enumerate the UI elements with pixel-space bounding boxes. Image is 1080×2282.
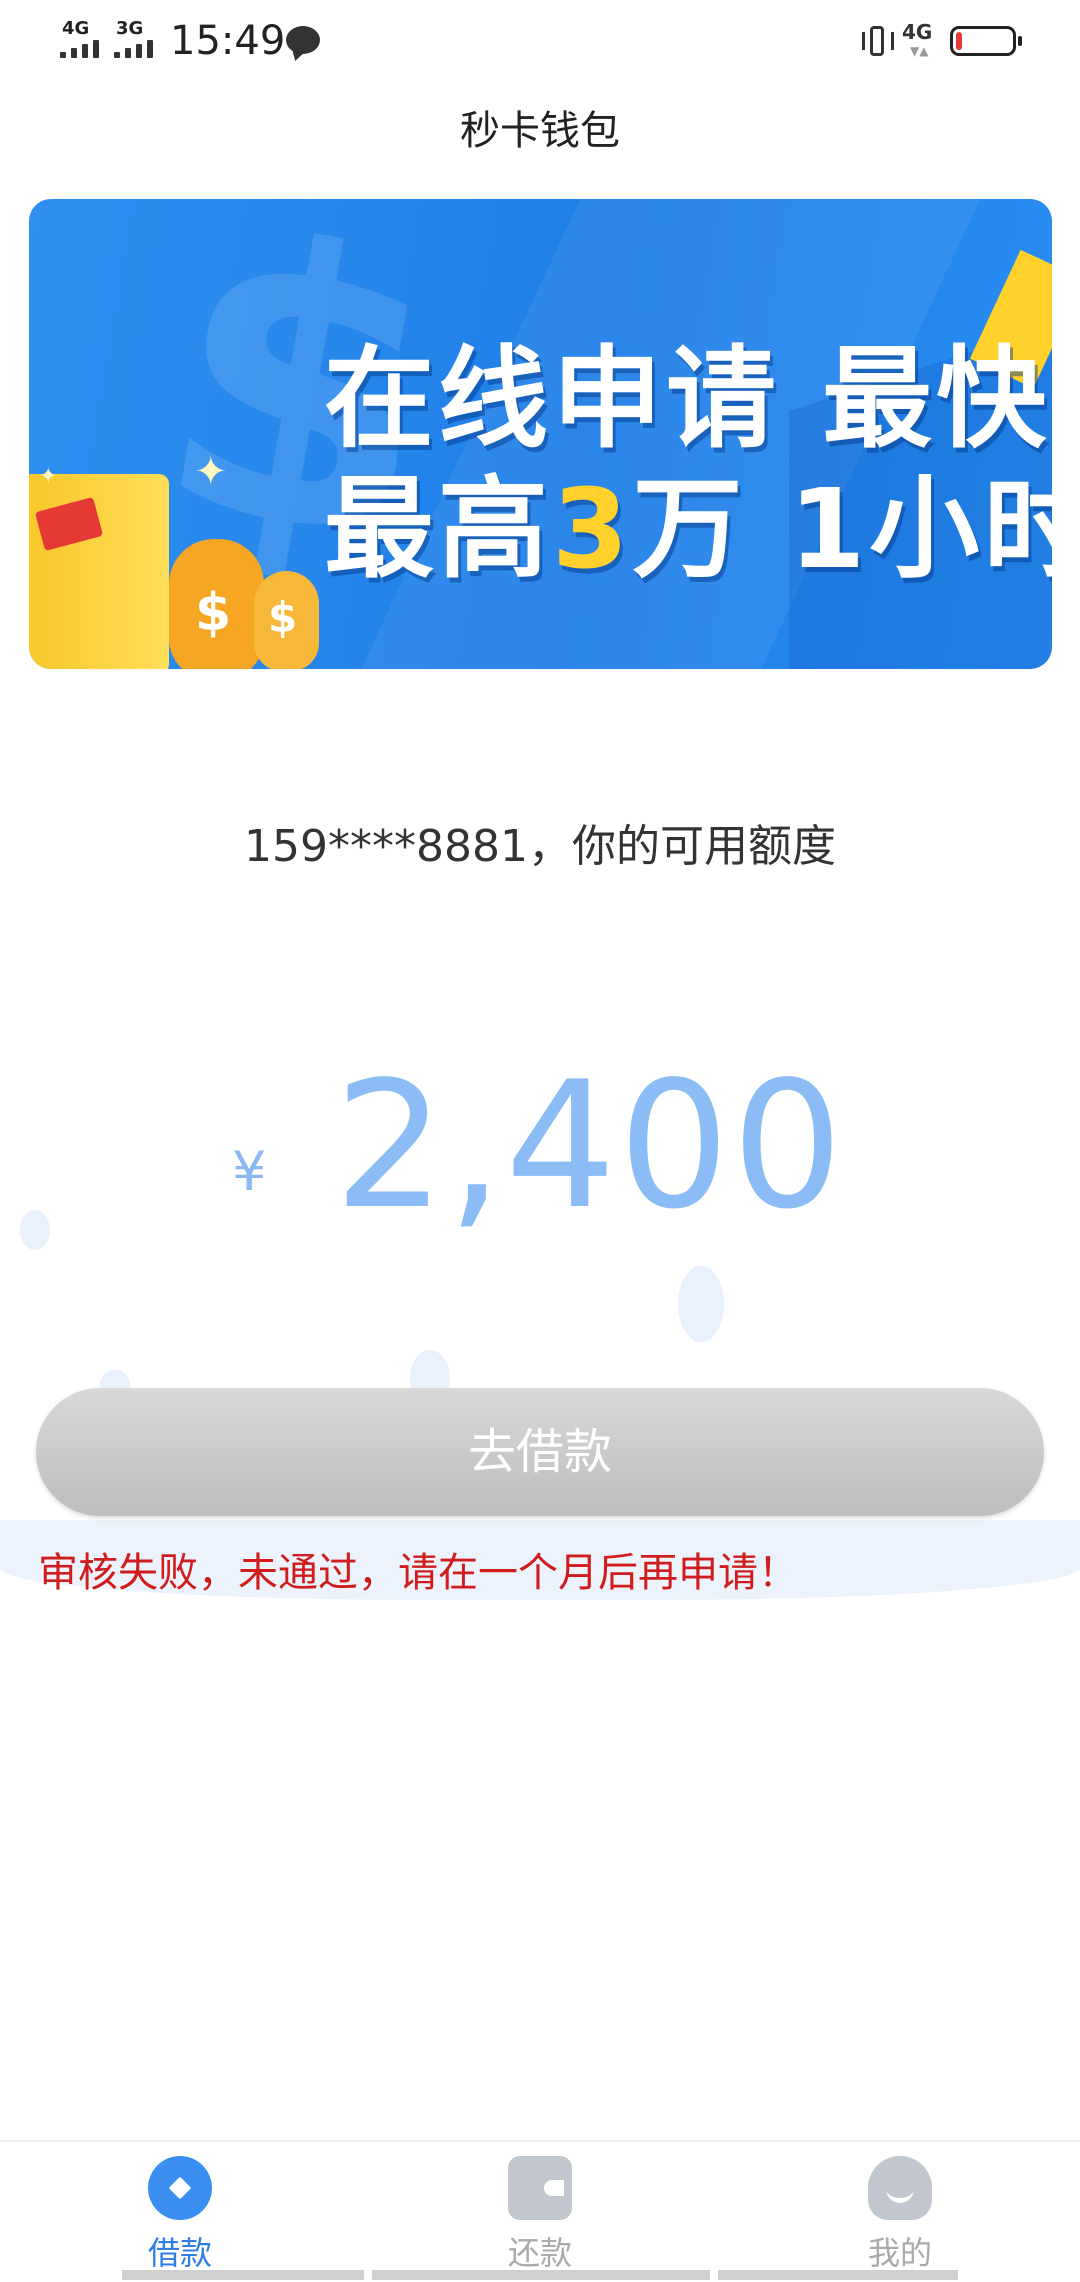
status-time: 15:49: [170, 18, 286, 64]
profile-icon: [868, 2156, 932, 2220]
tab-label: 还款: [507, 2234, 572, 2272]
borrow-button[interactable]: 去借款: [36, 1388, 1044, 1516]
battery-icon: [950, 26, 1022, 56]
money-bag-icon: $: [169, 539, 264, 669]
loan-icon: [148, 2156, 212, 2220]
data-arrows-icon: ▼▲: [910, 44, 929, 58]
sparkle-icon: ✦: [39, 464, 58, 489]
available-amount: 2,400: [334, 1045, 845, 1248]
tab-label: 借款: [147, 2234, 212, 2272]
tab-label: 我的: [867, 2234, 932, 2272]
sparkle-icon: ✦: [194, 449, 228, 495]
money-bag-icon: $: [254, 571, 319, 669]
network-label: 4G: [902, 20, 933, 44]
vibrate-icon: [858, 22, 898, 62]
chat-bubble-icon: [286, 26, 320, 54]
currency-symbol: ¥: [232, 1140, 267, 1203]
tab-loan[interactable]: 借款: [80, 2142, 280, 2282]
signal-label: 3G: [116, 18, 144, 39]
promo-banner[interactable]: $ 在线申请 最快 最高3万 1小时到 $ $ ✦ ✦: [29, 199, 1052, 669]
tab-mine[interactable]: 我的: [800, 2142, 1000, 2282]
page-title: 秒卡钱包: [460, 108, 620, 154]
tab-repay[interactable]: 还款: [440, 2142, 640, 2282]
signal-label: 4G: [62, 18, 90, 39]
battery-level: [956, 32, 962, 50]
gesture-bar[interactable]: [122, 2270, 364, 2280]
bottom-tab-bar: 借款 还款 我的: [0, 2140, 1080, 2282]
banner-subheadline: 最高3万 1小时到: [324, 465, 1052, 593]
banner-highlight: 3: [552, 465, 633, 593]
status-bar: 4G 3G 15:49 4G ▼▲: [0, 0, 1080, 84]
gold-box-graphic: [29, 474, 169, 669]
gesture-bar[interactable]: [718, 2270, 958, 2280]
review-status-message: 审核失败，未通过，请在一个月后再申请！: [38, 1550, 798, 1596]
wallet-icon: [508, 2156, 572, 2220]
gesture-bar[interactable]: [372, 2270, 710, 2280]
credit-greeting: 159****8881，你的可用额度: [244, 821, 836, 872]
